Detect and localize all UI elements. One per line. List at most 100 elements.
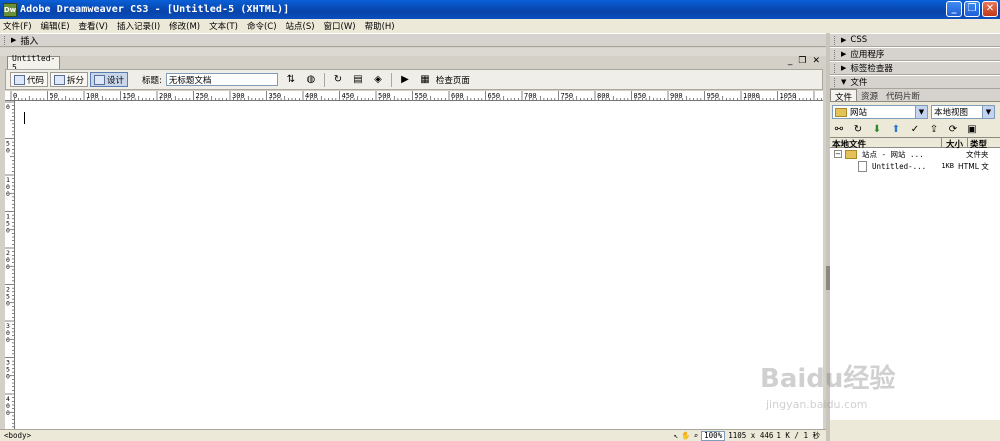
file-management-icon[interactable]: ⇅ — [284, 73, 298, 86]
ruler-tick-label: 1000 — [743, 92, 760, 100]
code-view-button[interactable]: 代码 — [10, 72, 49, 87]
window-title: Adobe Dreamweaver CS3 - [Untitled-5 (XHT… — [20, 4, 290, 15]
design-canvas[interactable] — [15, 101, 823, 429]
files-panel-tabs: 文件 资源 代码片断 — [830, 89, 1000, 103]
column-type[interactable]: 类型 — [968, 138, 1000, 150]
window-controls: _ ❐ ✕ — [946, 1, 998, 17]
site-select[interactable]: 网站 ▼ — [832, 105, 928, 119]
expand-arrow-icon: ▼ — [841, 78, 847, 86]
document-toolbar: 代码 拆分 设计 标题: ⇅ ◍ ↻ ▤ ◈ ▶ ▦ 检查页面 — [5, 69, 823, 90]
close-button[interactable]: ✕ — [982, 1, 998, 17]
ruler-tick-label: 50 — [50, 92, 58, 100]
title-bar: Dw Adobe Dreamweaver CS3 - [Untitled-5 (… — [0, 0, 1000, 19]
menu-commands[interactable]: 命令(C) — [247, 20, 277, 32]
column-local-files[interactable]: 本地文件 — [830, 138, 942, 150]
refresh-icon[interactable]: ↻ — [852, 123, 864, 135]
list-item[interactable]: − 站点 - 网站 ... 文件夹 — [830, 148, 1000, 160]
split-view-button[interactable]: 拆分 — [50, 72, 89, 87]
watermark-url: jingyan.baidu.com — [766, 398, 868, 411]
chevron-down-icon: ▼ — [915, 106, 927, 118]
refresh-icon[interactable]: ↻ — [331, 73, 345, 86]
menu-text[interactable]: 文本(T) — [209, 20, 238, 32]
menu-site[interactable]: 站点(S) — [286, 20, 315, 32]
connect-icon[interactable]: ⚯ — [833, 123, 845, 135]
horizontal-ruler: 0 50 100 150 200 250 300 350 400 450 500 550 600 650 7… — [5, 91, 823, 101]
preview-in-browser-icon[interactable]: ◍ — [304, 73, 318, 86]
menu-edit[interactable]: 编辑(E) — [41, 20, 70, 32]
page-title-input[interactable] — [165, 73, 278, 86]
collapse-toggle-icon[interactable]: − — [834, 150, 842, 158]
ruler-tick-label: 0 — [6, 227, 10, 235]
collapse-arrow-icon: ▶ — [841, 64, 847, 72]
document-window-controls: _ ❐ ✕ — [788, 56, 820, 66]
ruler-tick-label: 0 — [6, 263, 10, 271]
ruler-tick-label: 0 — [6, 373, 10, 381]
css-panel-header[interactable]: ▶ CSS — [830, 33, 1000, 47]
application-panel-header[interactable]: ▶ 应用程序 — [830, 47, 1000, 61]
select-tool-icon[interactable]: ↖ — [674, 431, 679, 440]
expand-panel-icon[interactable]: ▣ — [966, 123, 978, 135]
ruler-tick-label: 1050 — [780, 92, 797, 100]
tag-inspector-panel-header[interactable]: ▶ 标签检查器 — [830, 61, 1000, 75]
restore-button[interactable]: ❐ — [964, 1, 980, 17]
design-view-button[interactable]: 设计 — [90, 72, 129, 87]
download-size: 1 K / 1 秒 — [776, 431, 820, 440]
hand-tool-icon[interactable]: ✋ — [681, 431, 690, 440]
ruler-tick-label: 0 — [6, 103, 10, 111]
doc-restore-icon[interactable]: ❐ — [798, 56, 806, 66]
vertical-ruler: 050100150200250300350400 — [5, 101, 15, 429]
tag-selector[interactable]: <body> — [4, 431, 31, 440]
dreamweaver-logo-icon: Dw — [3, 2, 17, 17]
watermark-logo: Baidu经验 — [760, 364, 896, 394]
validate-markup-icon[interactable]: ▶ — [398, 73, 412, 86]
list-item[interactable]: Untitled-... 1KB HTML 文 — [830, 160, 1000, 172]
check-out-icon[interactable]: ✓ — [909, 123, 921, 135]
menu-modify[interactable]: 修改(M) — [169, 20, 200, 32]
synchronize-icon[interactable]: ⟳ — [947, 123, 959, 135]
files-panel-header[interactable]: ▼ 文件 — [830, 75, 1000, 89]
doc-close-icon[interactable]: ✕ — [812, 56, 820, 66]
site-folder-icon — [835, 107, 847, 117]
get-files-icon[interactable]: ⬇ — [871, 123, 883, 135]
menu-file[interactable]: 文件(F) — [3, 20, 32, 32]
collapse-arrow-icon: ▶ — [841, 50, 847, 58]
tab-files[interactable]: 文件 — [830, 89, 858, 103]
window-size[interactable]: 1105 x 446 — [728, 431, 773, 440]
design-icon — [94, 74, 106, 85]
tab-assets[interactable]: 资源 — [857, 89, 882, 102]
check-page-button[interactable]: 检查页面 — [436, 74, 470, 86]
grip-handle[interactable] — [4, 35, 7, 45]
minimize-button[interactable]: _ — [946, 1, 962, 17]
insert-bar-label: 插入 — [20, 36, 39, 47]
html-file-icon — [858, 160, 867, 172]
visual-aids-icon[interactable]: ◈ — [371, 73, 385, 86]
put-files-icon[interactable]: ⬆ — [890, 123, 902, 135]
zoom-tool-icon[interactable]: ⌕ — [694, 431, 699, 440]
collapse-arrow-icon: ▶ — [841, 36, 847, 44]
ruler-tick-label: 0 — [6, 147, 10, 155]
expand-arrow-icon[interactable]: ▶ — [11, 36, 16, 44]
document-tab[interactable]: Untitled-5 — [7, 54, 60, 72]
zoom-select[interactable]: 100% — [701, 430, 726, 441]
menu-view[interactable]: 查看(V) — [79, 20, 108, 32]
column-size[interactable]: 大小 — [942, 138, 968, 150]
code-icon — [14, 74, 25, 85]
document-area: Untitled-5 _ ❐ ✕ 代码 拆分 设计 标题: ⇅ ◍ ↻ ▤ ◈ … — [0, 48, 826, 441]
file-list-header: 本地文件 大小 类型 — [830, 137, 1000, 150]
menu-help[interactable]: 帮助(H) — [365, 20, 395, 32]
check-page-icon[interactable]: ▦ — [418, 73, 432, 86]
check-in-icon[interactable]: ⇪ — [928, 123, 940, 135]
ruler-tick-label: 0 — [13, 92, 17, 100]
insert-bar[interactable]: ▶ 插入 — [0, 33, 826, 47]
split-icon — [54, 74, 66, 85]
doc-minimize-icon[interactable]: _ — [788, 56, 793, 66]
tab-snippets[interactable]: 代码片断 — [882, 89, 924, 102]
menu-insert[interactable]: 插入记录(I) — [117, 20, 160, 32]
menu-window[interactable]: 窗口(W) — [324, 20, 356, 32]
view-options-icon[interactable]: ▤ — [351, 73, 365, 86]
view-select[interactable]: 本地视图 ▼ — [931, 105, 995, 119]
menu-bar: 文件(F) 编辑(E) 查看(V) 插入记录(I) 修改(M) 文本(T) 命令… — [0, 19, 1000, 33]
ruler-tick-label: 0 — [6, 409, 10, 417]
folder-icon — [845, 149, 857, 159]
status-bar: <body> ↖ ✋ ⌕ 100% 1105 x 446 1 K / 1 秒 — [0, 429, 826, 441]
